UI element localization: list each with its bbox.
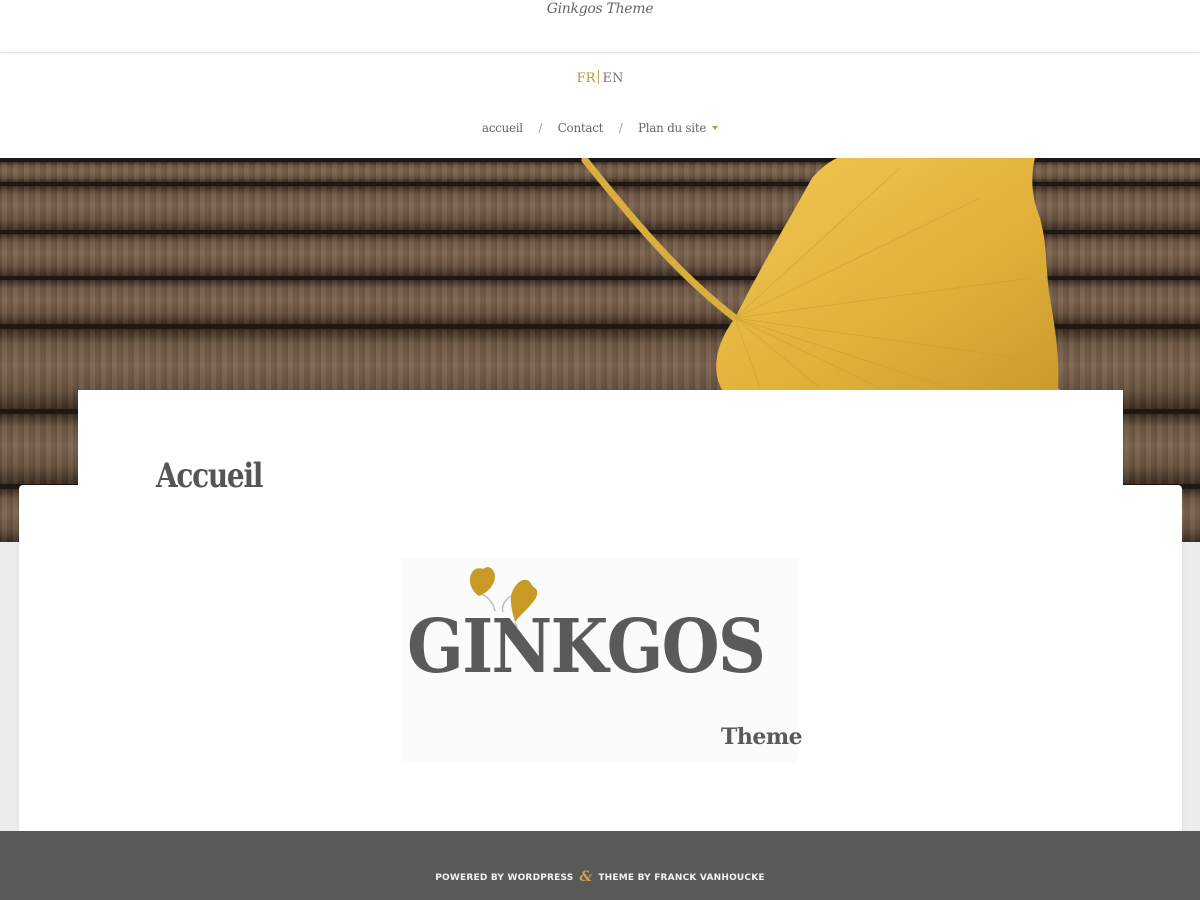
ampersand-icon: & [579,869,593,885]
theme-author-link[interactable]: THEME BY FRANCK VANHOUCKE [598,873,764,883]
language-switcher: FR EN [0,70,1200,86]
powered-by-wordpress-link[interactable]: POWERED BY WORDPRESS [435,873,573,883]
menu-divider: / [538,121,543,135]
logo-wordmark: GINKGOS [407,604,766,690]
menu-item-contact[interactable]: Contact [558,121,604,135]
menu-item-accueil[interactable]: accueil [482,121,523,135]
content-card: Accueil GINKGOS Theme [78,390,1123,840]
language-en-link[interactable]: EN [602,71,623,86]
menu-item-plan-du-site[interactable]: Plan du site [637,121,719,135]
ginkgos-logo: GINKGOS Theme [401,558,803,763]
language-separator [598,70,600,84]
logo-subtitle: Theme [721,724,803,750]
site-title[interactable]: Ginkgos Theme [0,1,1200,17]
menu-item-label: Plan du site [637,121,707,135]
main-menu: accueil / Contact / Plan du site [0,121,1200,135]
site-footer: POWERED BY WORDPRESS & THEME BY FRANCK VAN… [0,831,1200,900]
menu-divider: / [618,121,623,135]
navigation-band: FR EN accueil / Contact / Plan du site [0,53,1200,158]
footer-credits: POWERED BY WORDPRESS & THEME BY FRANCK VAN… [0,869,1200,885]
language-fr-link[interactable]: FR [577,71,596,86]
top-bar: Ginkgos Theme [0,0,1200,52]
chevron-down-icon [712,126,719,130]
page-title: Accueil [156,456,263,496]
